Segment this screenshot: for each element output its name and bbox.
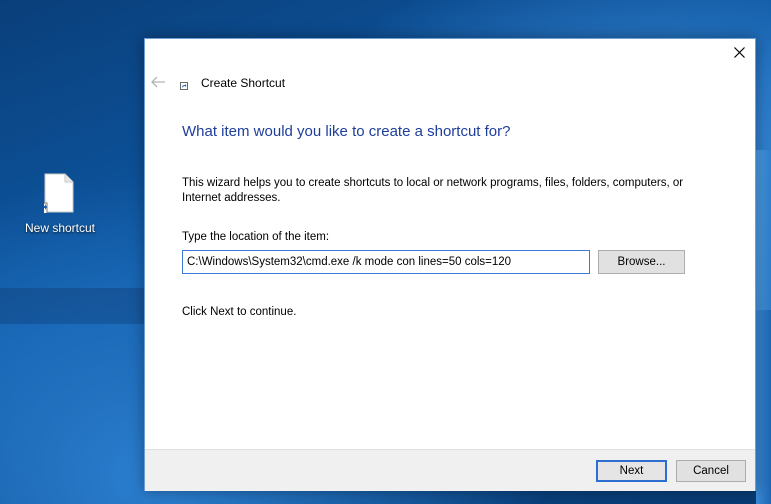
desktop-icon-new-shortcut[interactable]: New shortcut	[18, 170, 102, 240]
wizard-heading: What item would you like to create a sho…	[182, 123, 511, 140]
cancel-button[interactable]: Cancel	[676, 460, 746, 482]
back-button[interactable]	[150, 75, 168, 91]
close-icon	[734, 47, 745, 58]
background-window-edge-lower	[756, 310, 771, 504]
dialog-title: Create Shortcut	[201, 76, 286, 90]
close-button[interactable]	[725, 39, 755, 67]
dialog-footer: Next Cancel	[145, 449, 755, 491]
next-button[interactable]: Next	[596, 460, 667, 482]
back-arrow-icon	[151, 76, 165, 88]
location-label: Type the location of the item:	[182, 231, 330, 243]
continue-instruction: Click Next to continue.	[182, 306, 297, 318]
wizard-description: This wizard helps you to create shortcut…	[182, 177, 684, 204]
shortcut-file-icon	[44, 173, 74, 213]
location-input[interactable]	[182, 250, 590, 274]
desktop-icon-label: New shortcut	[24, 221, 96, 235]
shortcut-icon	[180, 82, 188, 90]
browse-button[interactable]: Browse...	[598, 250, 685, 274]
create-shortcut-dialog: Create Shortcut What item would you like…	[144, 38, 756, 491]
